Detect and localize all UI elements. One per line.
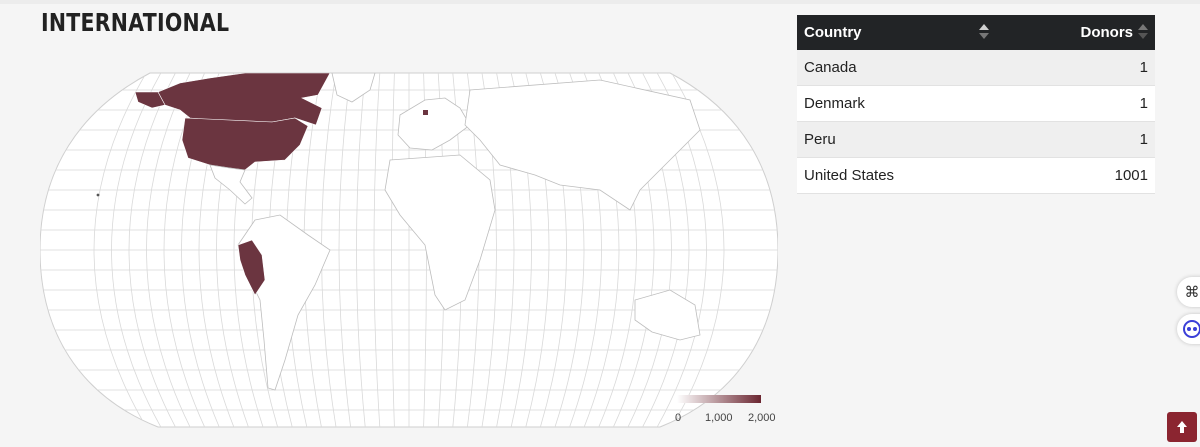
legend-mid-label: 1,000 xyxy=(705,412,733,424)
country-header-label: Country xyxy=(804,24,862,41)
map-legend: 0 1,000 2,000 xyxy=(675,395,776,425)
country-column-header[interactable]: Country xyxy=(797,15,998,50)
country-denmark[interactable] xyxy=(423,110,428,115)
back-to-top-button[interactable] xyxy=(1167,412,1197,442)
assistant-button[interactable] xyxy=(1177,314,1200,344)
donors-cell: 1 xyxy=(997,85,1155,122)
donors-table: Country Donors Canada 1 Denmark 1 Peru 1… xyxy=(797,15,1155,194)
table-row: Denmark 1 xyxy=(797,85,1155,122)
country-cell: Canada xyxy=(797,50,998,86)
donors-header-label: Donors xyxy=(1080,24,1134,41)
top-divider xyxy=(0,0,1200,4)
arrow-up-icon xyxy=(1177,421,1187,433)
legend-gradient-bar xyxy=(677,395,761,403)
country-cell: United States xyxy=(797,157,998,194)
donors-cell: 1 xyxy=(997,50,1155,86)
donors-cell: 1 xyxy=(997,121,1155,158)
command-icon: ⌘ xyxy=(1184,284,1200,301)
country-cell: Peru xyxy=(797,121,998,158)
country-cell: Denmark xyxy=(797,85,998,122)
world-map[interactable] xyxy=(40,70,778,430)
table-row: United States 1001 xyxy=(797,157,1155,194)
sort-icon[interactable] xyxy=(979,24,989,40)
assistant-face-icon xyxy=(1183,320,1200,338)
legend-max-label: 2,000 xyxy=(748,412,776,424)
world-map-svg[interactable] xyxy=(40,70,778,430)
table-row: Peru 1 xyxy=(797,121,1155,158)
donors-cell: 1001 xyxy=(997,157,1155,194)
table-header-row: Country Donors xyxy=(797,15,1155,50)
command-button[interactable]: ⌘ xyxy=(1177,277,1200,307)
legend-min-label: 0 xyxy=(675,412,682,424)
section-title: INTERNATIONAL xyxy=(41,8,230,37)
land-hawaii xyxy=(96,193,100,197)
sort-icon[interactable] xyxy=(1138,24,1148,40)
donors-column-header[interactable]: Donors xyxy=(997,15,1155,50)
table-row: Canada 1 xyxy=(797,50,1155,86)
